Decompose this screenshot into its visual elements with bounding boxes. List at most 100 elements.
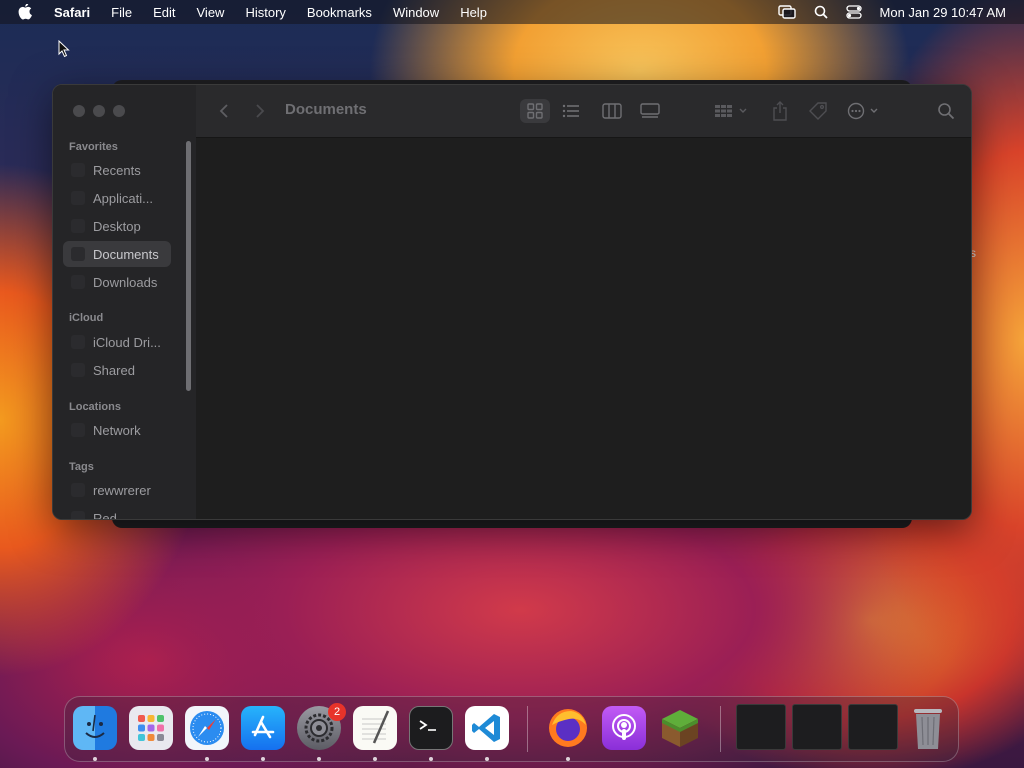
running-indicator — [373, 757, 377, 761]
search-button[interactable] — [934, 99, 958, 123]
menu-bookmarks[interactable]: Bookmarks — [307, 5, 372, 20]
sidebar-item-label: Network — [93, 422, 141, 438]
share-icon — [773, 101, 787, 121]
window-controls — [73, 105, 125, 117]
sidebar-item-tag-rewwrerer[interactable]: rewwrerer — [63, 477, 171, 503]
finder-toolbar: Documents — [196, 85, 971, 138]
finder-window: Favorites Recents Applicati... Desktop D… — [52, 84, 972, 520]
back-button[interactable] — [214, 99, 234, 123]
share-button[interactable] — [768, 99, 792, 123]
icon-view-button[interactable] — [520, 99, 550, 123]
sidebar-item-icloud-drive[interactable]: iCloud Dri... — [63, 329, 171, 355]
sidebar-item-label: Documents — [93, 246, 159, 262]
tag-icon — [809, 102, 827, 120]
sidebar-header-tags: Tags — [69, 461, 94, 473]
launchpad-icon[interactable] — [129, 706, 173, 750]
notification-badge: 2 — [328, 703, 346, 721]
group-by-button[interactable] — [710, 99, 752, 123]
vscode-icon[interactable] — [465, 706, 509, 750]
column-view-button[interactable] — [598, 99, 626, 123]
tag-icon — [71, 483, 85, 497]
terminal-icon[interactable] — [409, 706, 453, 750]
textedit-icon[interactable] — [353, 706, 397, 750]
menu-help[interactable]: Help — [460, 5, 487, 20]
screen-mirroring-icon[interactable] — [777, 5, 796, 19]
sidebar-scrollbar[interactable] — [186, 141, 191, 391]
dock-divider — [720, 706, 721, 752]
sidebar-item-label: Applicati... — [93, 190, 153, 206]
menu-window[interactable]: Window — [393, 5, 439, 20]
network-icon — [71, 423, 85, 437]
icloud-drive-icon — [71, 335, 85, 349]
sidebar-item-desktop[interactable]: Desktop — [63, 213, 171, 239]
running-indicator — [205, 757, 209, 761]
minimized-window-thumbnail[interactable] — [736, 704, 786, 750]
apple-menu-icon[interactable] — [18, 4, 34, 20]
gallery-view-button[interactable] — [636, 99, 664, 123]
sidebar-item-label: Shared — [93, 362, 135, 378]
shared-folder-icon — [71, 363, 85, 377]
forward-button[interactable] — [250, 99, 270, 123]
sidebar-item-network[interactable]: Network — [63, 417, 171, 443]
sidebar-item-label: rewwrerer — [93, 482, 151, 498]
gallery-icon — [640, 103, 660, 118]
applications-icon — [71, 191, 85, 205]
sidebar-header-favorites: Favorites — [69, 141, 118, 153]
safari-icon[interactable] — [185, 706, 229, 750]
menubar-clock[interactable]: Mon Jan 29 10:47 AM — [880, 5, 1006, 20]
sidebar-item-shared[interactable]: Shared — [63, 357, 171, 383]
list-view-button[interactable] — [558, 99, 584, 123]
ellipsis-circle-icon — [847, 102, 878, 120]
minecraft-icon[interactable] — [658, 706, 702, 750]
menu-history[interactable]: History — [245, 5, 285, 20]
menu-view[interactable]: View — [197, 5, 225, 20]
sidebar-item-recents[interactable]: Recents — [63, 157, 171, 183]
sidebar-item-label: Desktop — [93, 218, 141, 234]
search-icon — [938, 103, 955, 120]
file-content-area[interactable] — [196, 138, 971, 519]
running-indicator — [93, 757, 97, 761]
recents-icon — [71, 163, 85, 177]
list-icon — [562, 104, 579, 118]
menu-file[interactable]: File — [111, 5, 132, 20]
sidebar-item-tag-red[interactable]: Red — [63, 505, 171, 520]
finder-sidebar: Favorites Recents Applicati... Desktop D… — [53, 85, 197, 519]
tag-button[interactable] — [806, 99, 830, 123]
finder-icon[interactable] — [73, 706, 117, 750]
mouse-cursor-icon — [58, 39, 70, 63]
sidebar-header-icloud: iCloud — [69, 312, 104, 324]
zoom-window-button[interactable] — [113, 105, 125, 117]
trash-icon[interactable] — [906, 706, 950, 750]
group-grid-icon — [715, 105, 747, 117]
minimized-window-thumbnail[interactable] — [792, 704, 842, 750]
minimize-window-button[interactable] — [93, 105, 105, 117]
close-window-button[interactable] — [73, 105, 85, 117]
running-indicator — [485, 757, 489, 761]
menu-edit[interactable]: Edit — [153, 5, 175, 20]
running-indicator — [429, 757, 433, 761]
sidebar-item-label: iCloud Dri... — [93, 334, 161, 350]
chevron-right-icon — [256, 104, 265, 118]
window-title: Documents — [285, 101, 367, 118]
sidebar-item-label: Downloads — [93, 274, 158, 290]
app-store-icon[interactable] — [241, 706, 285, 750]
sidebar-item-label: Red — [93, 510, 117, 520]
sidebar-item-documents[interactable]: Documents — [63, 241, 171, 267]
desktop-icon — [71, 219, 85, 233]
grid-icon — [527, 103, 543, 119]
more-actions-button[interactable] — [846, 99, 886, 123]
control-center-icon[interactable] — [845, 5, 862, 19]
menu-bar: Safari File Edit View History Bookmarks … — [0, 0, 1024, 24]
sidebar-header-locations: Locations — [69, 401, 121, 413]
minimized-window-thumbnail[interactable] — [848, 704, 898, 750]
sidebar-item-applications[interactable]: Applicati... — [63, 185, 171, 211]
sidebar-item-downloads[interactable]: Downloads — [63, 269, 171, 295]
menu-app-name[interactable]: Safari — [54, 5, 90, 20]
sidebar-item-label: Recents — [93, 162, 141, 178]
running-indicator — [317, 757, 321, 761]
chevron-left-icon — [219, 104, 228, 118]
podcasts-icon[interactable] — [602, 706, 646, 750]
spotlight-search-icon[interactable] — [814, 5, 828, 19]
firefox-icon[interactable] — [546, 706, 590, 750]
running-indicator — [261, 757, 265, 761]
